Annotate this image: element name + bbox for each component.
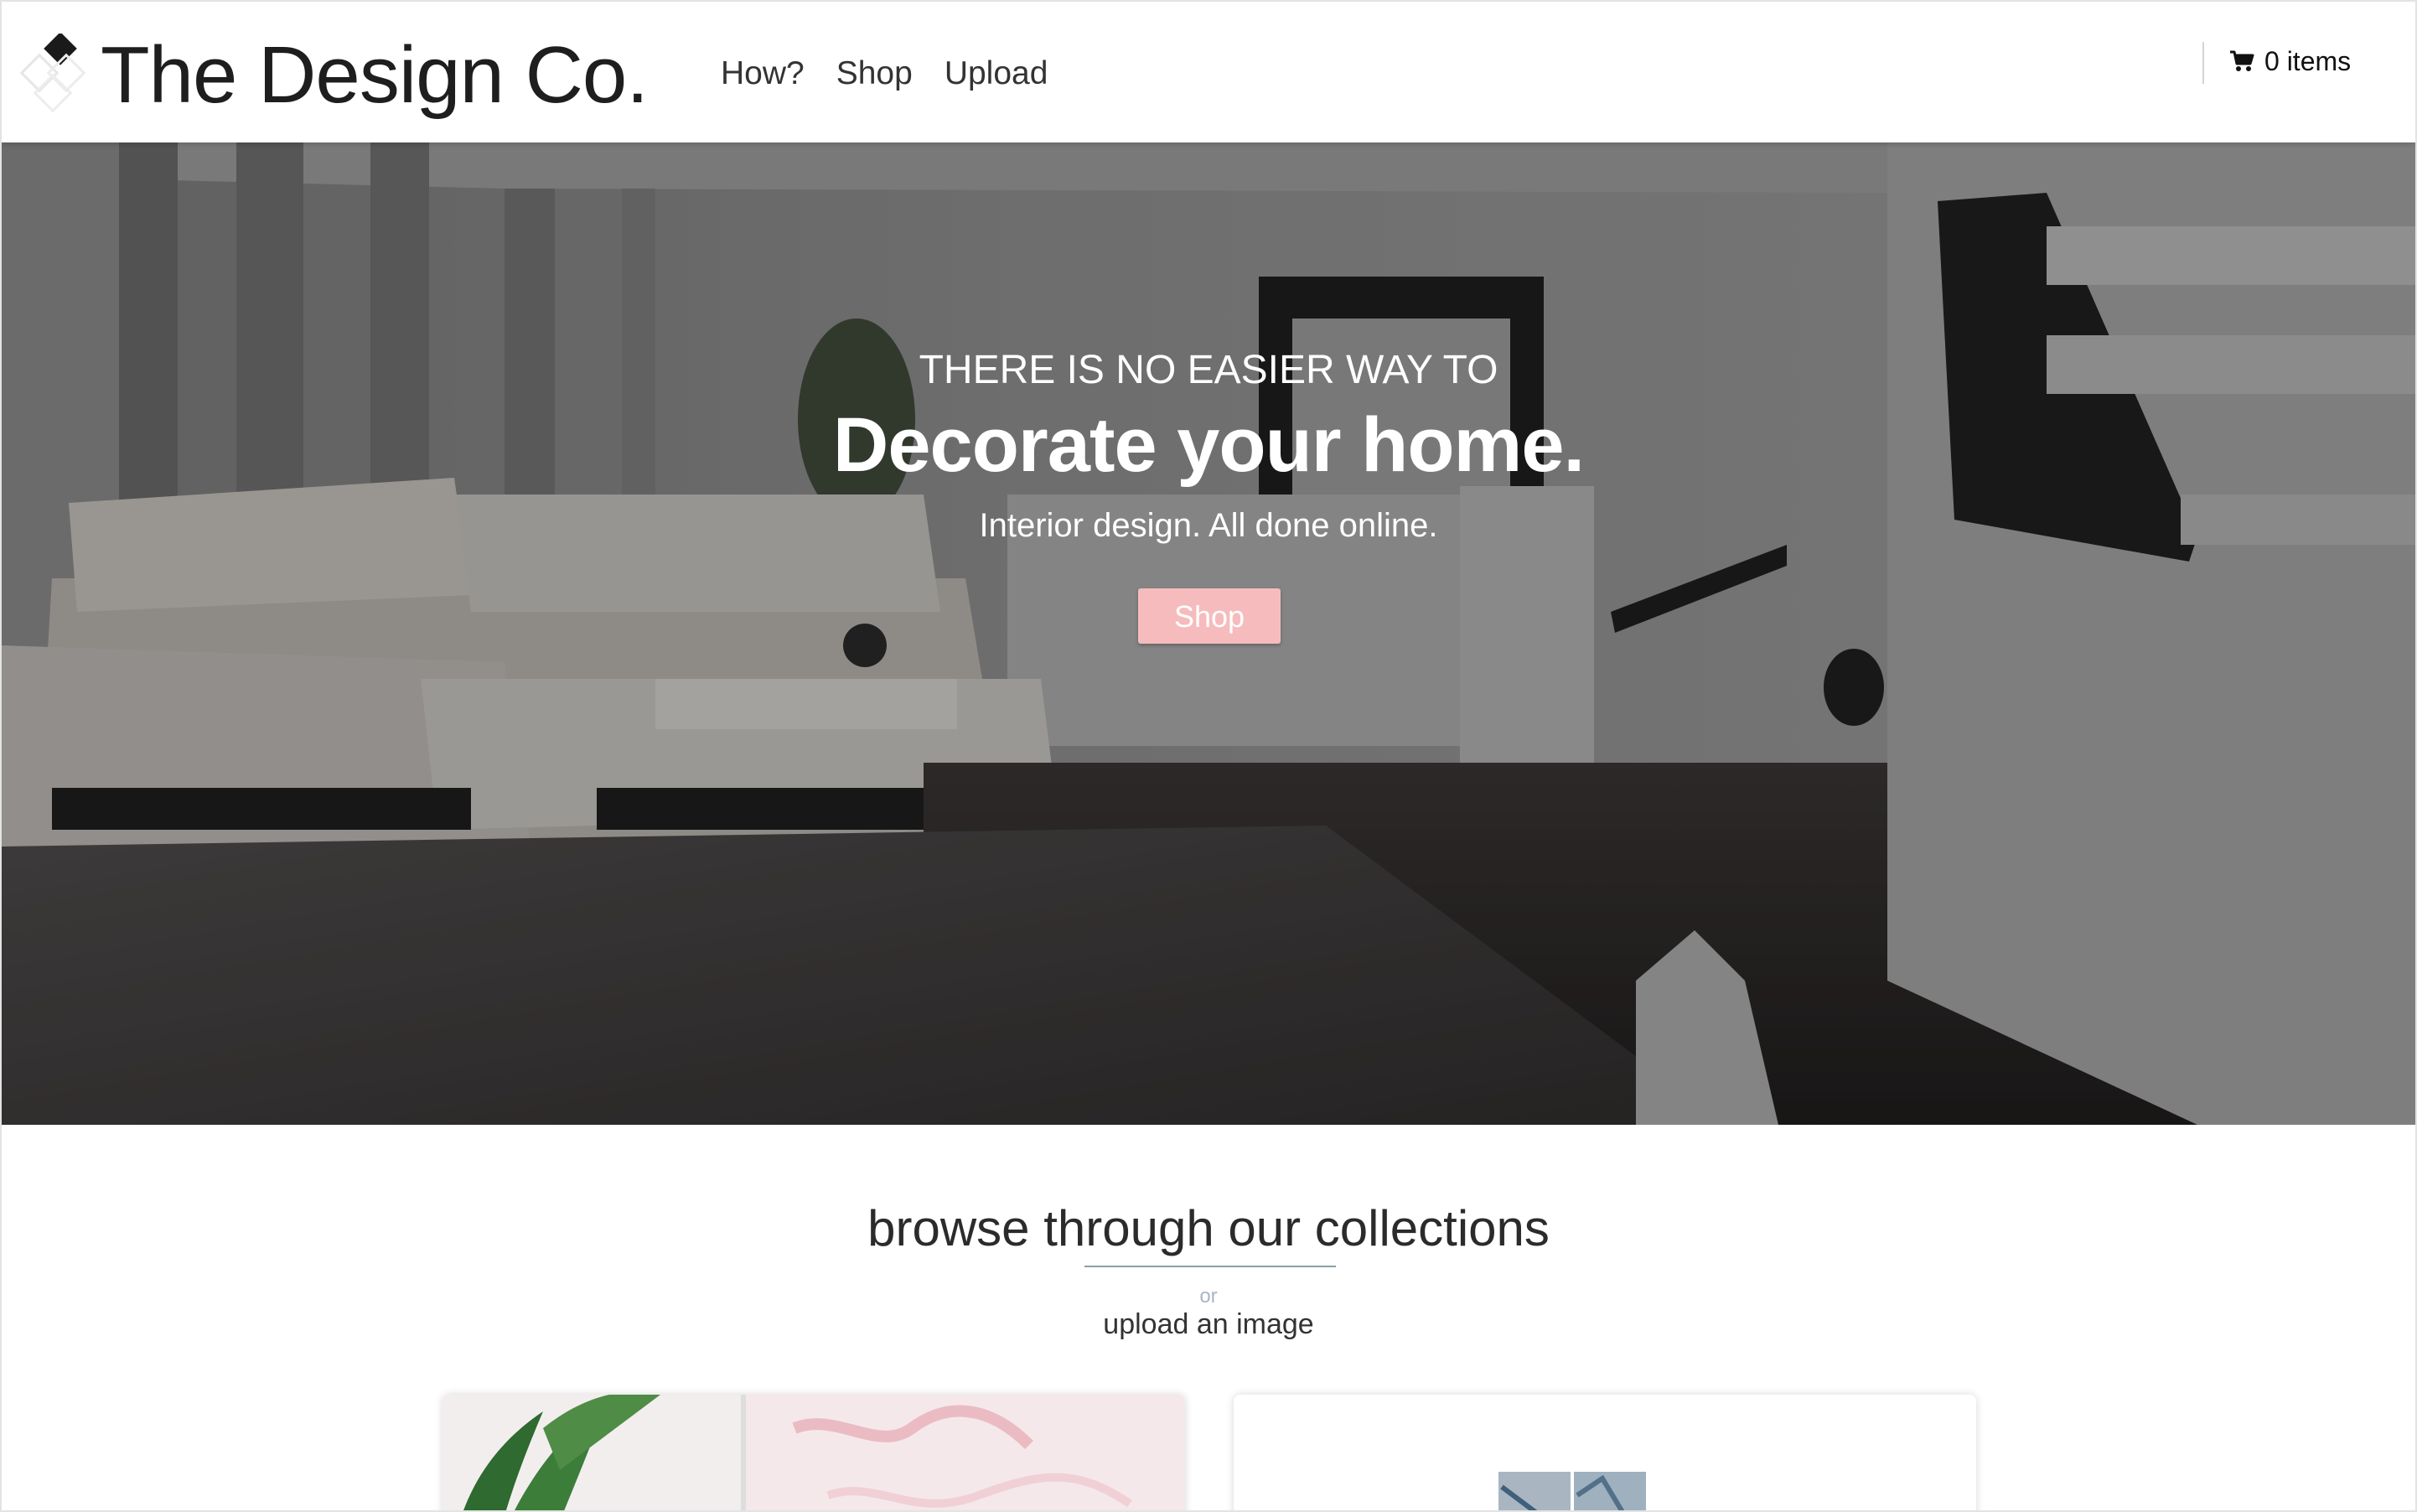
main-nav: How? Shop Upload xyxy=(721,50,1048,97)
hero-shop-button[interactable]: Shop xyxy=(1138,588,1281,644)
hero-title: Decorate your home. xyxy=(832,402,1585,488)
cart-divider xyxy=(2202,42,2204,84)
nav-how-link[interactable]: How? xyxy=(721,50,805,97)
collection-card[interactable] xyxy=(1234,1395,1976,1510)
page: The Design Co. How? Shop Upload 0 items xyxy=(0,0,2417,1512)
site-header: The Design Co. How? Shop Upload 0 items xyxy=(2,2,2415,142)
hero-subtitle: Interior design. All done online. xyxy=(979,507,1438,544)
diamond-logo-icon[interactable] xyxy=(20,34,104,117)
collection-card-image xyxy=(1234,1395,1976,1510)
browse-heading: browse through our collections xyxy=(867,1200,1550,1256)
nav-shop-link[interactable]: Shop xyxy=(836,50,913,97)
nav-upload-link[interactable]: Upload xyxy=(945,50,1048,97)
hero-kicker: THERE IS NO EASIER WAY TO xyxy=(919,348,1498,392)
collection-card-image xyxy=(443,1395,1185,1510)
hero-section: THERE IS NO EASIER WAY TO Decorate your … xyxy=(2,142,2415,1125)
cart-button[interactable]: 0 items xyxy=(2229,42,2351,80)
collection-card[interactable] xyxy=(443,1395,1185,1510)
upload-image-link[interactable]: upload an image xyxy=(2,1306,2415,1343)
cart-icon xyxy=(2230,50,2254,71)
heading-underline xyxy=(1084,1266,1336,1267)
logo-text[interactable]: The Design Co. xyxy=(101,25,649,126)
cart-label: 0 items xyxy=(2264,45,2352,76)
